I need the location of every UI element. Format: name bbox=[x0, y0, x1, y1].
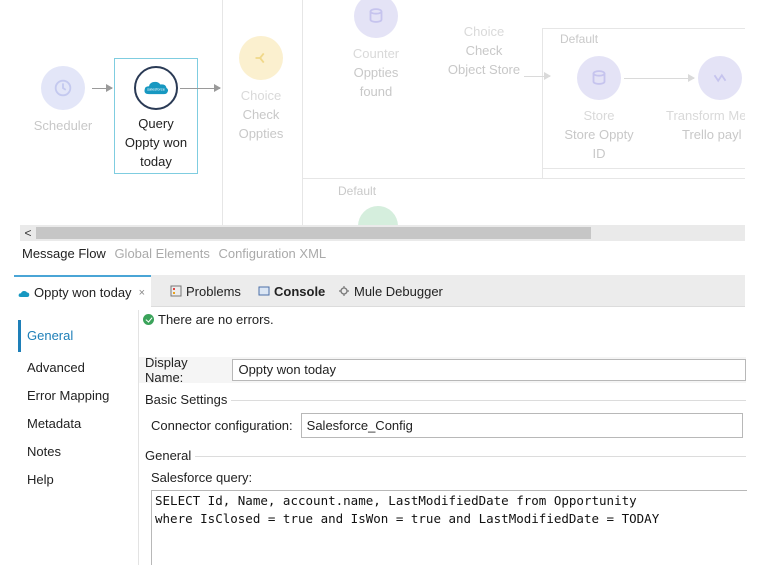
panel-tab-bar: Oppty won today × Problems Console Mule … bbox=[14, 275, 745, 308]
query-line-1: SELECT Id, Name, account.name, LastModif… bbox=[155, 493, 637, 508]
nav-metadata[interactable]: Metadata bbox=[18, 410, 136, 438]
tab-problems[interactable]: Problems bbox=[170, 275, 241, 307]
nav-advanced[interactable]: Advanced bbox=[18, 354, 136, 382]
status-message: There are no errors. bbox=[143, 312, 274, 327]
default-route-label: Default bbox=[560, 32, 599, 46]
lane-divider bbox=[542, 168, 745, 169]
connector-label: Connector configuration: bbox=[151, 418, 293, 433]
general-section-title: General bbox=[145, 448, 192, 463]
salesforce-query-editor[interactable]: SELECT Id, Name, account.name, LastModif… bbox=[151, 490, 747, 565]
connector-row: Connector configuration: Salesforce_Conf… bbox=[151, 413, 743, 438]
editor-tabs: Message Flow Global Elements Configurati… bbox=[22, 246, 331, 261]
counter-name-line1: Oppties bbox=[353, 65, 399, 80]
tab-configuration-xml[interactable]: Configuration XML bbox=[218, 246, 326, 261]
tab-message-flow[interactable]: Message Flow bbox=[22, 246, 106, 261]
query-line-2: where IsClosed = true and IsWon = true a… bbox=[155, 511, 660, 526]
tab-global-elements[interactable]: Global Elements bbox=[114, 246, 209, 261]
tab-oppty-won-today[interactable]: Oppty won today × bbox=[14, 275, 151, 308]
store-oppty-id-node[interactable]: Store Store Oppty ID bbox=[556, 56, 642, 163]
counter-oppties-found-node[interactable]: Counter Oppties found bbox=[333, 0, 419, 101]
display-name-field[interactable]: Oppty won today bbox=[232, 359, 746, 381]
svg-text:salesforce: salesforce bbox=[147, 87, 165, 92]
section-divider bbox=[231, 400, 746, 401]
status-text: There are no errors. bbox=[158, 312, 274, 327]
choice-check-object-store-node[interactable]: Choice Check Object Store bbox=[436, 22, 532, 79]
display-name-label: Display Name: bbox=[145, 355, 188, 385]
choice-name-line2: Oppties bbox=[238, 126, 284, 141]
console-icon bbox=[258, 285, 270, 297]
choice2-name-line1: Check bbox=[465, 43, 503, 58]
flow-arrow bbox=[92, 84, 113, 92]
transform-icon bbox=[698, 56, 742, 100]
problems-icon bbox=[170, 285, 182, 297]
flow-arrow bbox=[180, 84, 221, 92]
query-name-line1: Oppty won bbox=[124, 135, 188, 150]
choice-check-oppties-node[interactable]: Choice Check Oppties bbox=[218, 36, 304, 143]
default-route-label: Default bbox=[338, 184, 377, 198]
counter-name-line2: found bbox=[359, 84, 393, 99]
tab-problems-label: Problems bbox=[186, 283, 241, 299]
database-icon bbox=[354, 0, 398, 38]
basic-settings-title: Basic Settings bbox=[145, 392, 228, 407]
nav-general[interactable]: General bbox=[18, 320, 136, 352]
choice-name-line1: Check bbox=[242, 107, 280, 122]
choice-type-label: Choice bbox=[240, 88, 282, 103]
check-icon bbox=[143, 314, 154, 325]
display-name-row: Display Name: Oppty won today bbox=[139, 355, 746, 385]
store-name-line2: ID bbox=[592, 146, 606, 161]
scroll-left-arrow-icon[interactable]: < bbox=[22, 225, 34, 241]
scheduler-label: Scheduler bbox=[33, 118, 93, 133]
query-name-line2: today bbox=[140, 154, 172, 169]
tab-console[interactable]: Console bbox=[258, 275, 325, 307]
scrollbar-thumb[interactable] bbox=[36, 227, 591, 239]
nav-help[interactable]: Help bbox=[18, 466, 136, 494]
nav-error-mapping[interactable]: Error Mapping bbox=[18, 382, 136, 410]
store-type-label: Store bbox=[583, 108, 615, 123]
choice-icon bbox=[239, 36, 283, 80]
lane-divider bbox=[302, 178, 745, 179]
tab-console-label: Console bbox=[274, 283, 326, 299]
query-node-selected[interactable]: salesforce Query Oppty won today bbox=[114, 58, 198, 174]
close-tab-icon[interactable]: × bbox=[139, 287, 145, 299]
debugger-icon bbox=[338, 285, 350, 297]
choice2-name-line2: Object Store bbox=[447, 62, 521, 77]
tab-mule-debugger[interactable]: Mule Debugger bbox=[338, 275, 443, 307]
store-name-line1: Store Oppty bbox=[564, 127, 634, 142]
query-type-label: Query bbox=[138, 116, 174, 131]
lane-divider bbox=[542, 28, 745, 29]
partial-node-icon bbox=[358, 206, 398, 226]
transform-message-node[interactable]: Transform Me Trello payl bbox=[660, 56, 745, 144]
counter-type-label: Counter bbox=[352, 46, 400, 61]
canvas-horizontal-scrollbar[interactable]: < bbox=[20, 225, 745, 241]
clock-icon bbox=[41, 66, 85, 110]
salesforce-cloud-icon bbox=[18, 287, 30, 299]
section-divider bbox=[195, 456, 746, 457]
properties-content: There are no errors. Display Name: Oppty… bbox=[138, 310, 747, 565]
lane-divider bbox=[542, 28, 543, 178]
connector-config-select[interactable]: Salesforce_Config bbox=[300, 413, 743, 438]
flow-arrow bbox=[524, 72, 551, 80]
database-icon bbox=[577, 56, 621, 100]
properties-sidenav: General Advanced Error Mapping Metadata … bbox=[18, 320, 136, 494]
choice2-type-label: Choice bbox=[463, 24, 505, 39]
transform-name-line1: Trello payl bbox=[682, 127, 742, 142]
flow-canvas[interactable]: Scheduler salesforce Query Oppty won tod… bbox=[20, 0, 745, 226]
transform-type-label: Transform Me bbox=[666, 108, 745, 123]
nav-notes[interactable]: Notes bbox=[18, 438, 136, 466]
tab-debugger-label: Mule Debugger bbox=[354, 283, 443, 299]
tab-oppty-label: Oppty won today bbox=[34, 285, 132, 300]
salesforce-query-label: Salesforce query: bbox=[151, 470, 253, 485]
scheduler-node[interactable]: Scheduler bbox=[20, 66, 106, 135]
salesforce-cloud-icon: salesforce bbox=[134, 66, 178, 110]
